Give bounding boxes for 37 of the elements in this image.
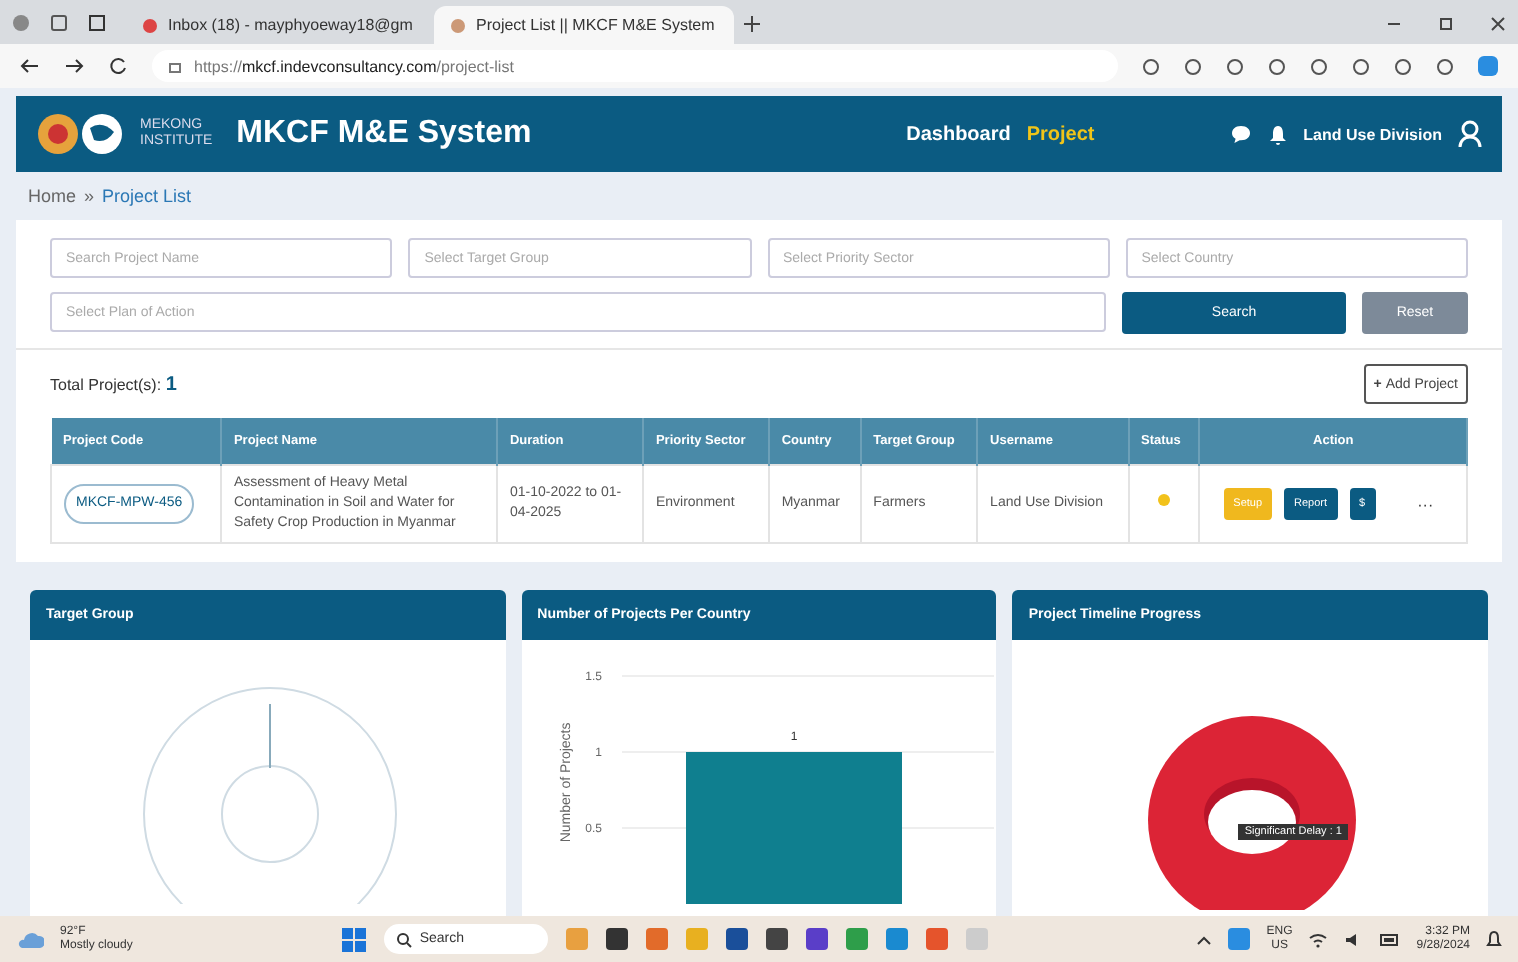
restore-icon[interactable]	[1438, 16, 1454, 32]
battery-icon[interactable]	[1380, 931, 1401, 947]
site-icon	[142, 17, 158, 33]
bell-icon[interactable]	[1267, 123, 1288, 145]
back-icon[interactable]	[20, 56, 40, 76]
app-icon[interactable]	[765, 928, 788, 950]
notification-icon[interactable]	[1486, 930, 1502, 948]
browser-tab[interactable]: Project List || MKCF M&E System	[434, 6, 734, 44]
app-title: MKCF M&E System	[236, 116, 532, 152]
nav-link[interactable]: Project	[1026, 123, 1095, 145]
app-icon[interactable]	[725, 928, 748, 950]
breadcrumb-current: Project List	[102, 186, 192, 206]
wifi-icon[interactable]	[1308, 931, 1329, 947]
forward-icon[interactable]	[64, 56, 84, 76]
start-icon[interactable]	[341, 927, 366, 951]
breadcrumb-link[interactable]: Home	[28, 186, 77, 206]
app-icon[interactable]	[805, 928, 828, 950]
user-name[interactable]: Land Use Division	[1303, 125, 1442, 143]
address-field[interactable]: https://mkcf.indevconsultancy.com/project-list	[152, 50, 1118, 82]
user-icon[interactable]	[1458, 120, 1482, 148]
breadcrumb-separator: »	[84, 186, 95, 206]
logo-icon	[36, 112, 124, 156]
app-icon[interactable]	[605, 928, 628, 950]
nav-link[interactable]: Dashboard	[906, 123, 1011, 145]
chevron-icon[interactable]	[1196, 931, 1213, 947]
workspaces-icon[interactable]	[50, 13, 68, 31]
total-count: Total Project(s): 1	[50, 373, 177, 395]
close-icon[interactable]	[1490, 16, 1506, 32]
copilot-icon[interactable]	[1478, 56, 1498, 76]
search-icon	[395, 931, 412, 947]
more-button[interactable]: ···	[1407, 488, 1444, 520]
reload-icon[interactable]	[108, 56, 128, 76]
profile-icon[interactable]	[12, 13, 30, 31]
browser-tab[interactable]: Inbox (18) - mayphyoeway18@gm	[126, 6, 426, 44]
site-icon	[450, 17, 466, 33]
new-tab-icon[interactable]	[742, 14, 762, 34]
chat-icon[interactable]	[1229, 124, 1252, 144]
